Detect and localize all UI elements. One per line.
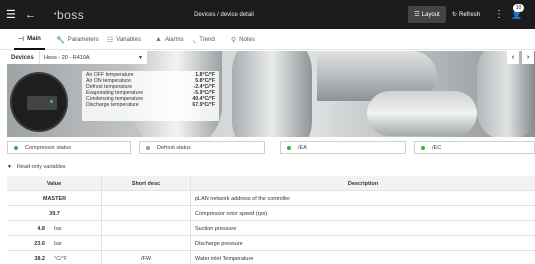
tab-parameters[interactable]: 🔧 Parameters bbox=[56, 29, 99, 50]
bell-icon: ▲ bbox=[155, 36, 162, 43]
table-header: Value Short desc Description bbox=[7, 176, 535, 191]
pin-icon: ⚲ bbox=[231, 36, 237, 44]
tab-trend[interactable]: ⌞ Trend bbox=[193, 29, 215, 50]
chart-icon: ⌞ bbox=[193, 36, 197, 44]
list-icon: ☷ bbox=[107, 36, 114, 44]
page-title: Devices / device detail bbox=[194, 11, 254, 18]
device-selector-bar: Devices Heos - 20 - R410A ▼ ‹ › bbox=[7, 51, 535, 64]
row-value: 23.6 bbox=[34, 240, 45, 247]
row-value: MASTER bbox=[42, 195, 67, 202]
column-header-value[interactable]: Value bbox=[7, 176, 102, 191]
refresh-button[interactable]: ↻ Refresh bbox=[452, 0, 480, 29]
previous-device-button[interactable]: ‹ bbox=[507, 51, 519, 64]
thermostat-icon: ⊣ bbox=[18, 35, 25, 43]
table-row[interactable]: 39.7 Compressor rotor speed (rps) bbox=[7, 206, 535, 221]
table-row[interactable]: MASTER pLAN network address of the contr… bbox=[7, 191, 535, 206]
app-logo[interactable]: • boss bbox=[54, 0, 84, 29]
tab-variables[interactable]: ☷ Variables bbox=[107, 29, 141, 50]
row-short-desc bbox=[102, 206, 191, 221]
row-value: 39.7 bbox=[49, 210, 60, 217]
row-unit: °C/°F bbox=[54, 255, 68, 262]
row-short-desc bbox=[102, 191, 191, 206]
table-row[interactable]: 4.8 bar Suction pressure bbox=[7, 221, 535, 236]
row-value: 4.8 bbox=[37, 225, 45, 232]
status-ea: /EA bbox=[280, 141, 406, 154]
readonly-variables-toggle[interactable]: ▼ Read-only variables bbox=[7, 161, 66, 173]
status-dot-icon bbox=[146, 145, 150, 150]
temperature-row: Discharge temperature 67.9°C/°F bbox=[86, 102, 215, 109]
row-description: pLAN network address of the controller bbox=[195, 195, 291, 202]
chevron-down-icon: ▼ bbox=[138, 54, 143, 61]
row-description: Water inlet Temperature bbox=[195, 255, 254, 262]
row-description: Suction pressure bbox=[195, 225, 237, 232]
table-row[interactable]: 38.2 °C/°F /FW Water inlet Temperature bbox=[7, 251, 535, 264]
row-description: Discharge pressure bbox=[195, 240, 243, 247]
row-unit: bar bbox=[54, 240, 62, 247]
status-dot-icon bbox=[14, 145, 18, 150]
device-select[interactable]: Heos - 20 - R410A ▼ bbox=[40, 51, 147, 64]
row-short-desc bbox=[102, 236, 191, 251]
row-unit: bar bbox=[54, 225, 62, 232]
wrench-icon: 🔧 bbox=[56, 36, 65, 44]
status-dot-icon bbox=[287, 145, 291, 150]
row-value: 38.2 bbox=[34, 255, 45, 262]
notification-badge: 10 bbox=[513, 4, 524, 12]
status-dot-icon bbox=[421, 145, 425, 150]
column-header-description[interactable]: Description bbox=[191, 176, 535, 191]
next-device-button[interactable]: › bbox=[522, 51, 534, 64]
layout-icon: ☲ bbox=[414, 12, 420, 18]
status-ec: /EC bbox=[414, 141, 535, 154]
tab-notes[interactable]: ⚲ Notes bbox=[231, 29, 255, 50]
refresh-icon: ↻ bbox=[452, 12, 458, 18]
top-bar: ☰ ← • boss Devices / device detail ☲ Layo… bbox=[0, 0, 535, 29]
table-row[interactable]: 23.6 bar Discharge pressure bbox=[7, 236, 535, 251]
tab-alarms[interactable]: ▲ Alarms bbox=[155, 29, 184, 50]
caret-down-icon: ▼ bbox=[7, 164, 12, 170]
status-compressor: Compressor status bbox=[7, 141, 131, 154]
column-header-short-desc[interactable]: Short desc bbox=[102, 176, 191, 191]
layout-button[interactable]: ☲ Layout bbox=[408, 6, 446, 23]
tab-bar: ⊣ Main 🔧 Parameters ☷ Variables ▲ Alarms… bbox=[0, 29, 535, 50]
row-description: Compressor rotor speed (rps) bbox=[195, 210, 268, 217]
row-short-desc bbox=[102, 221, 191, 236]
back-arrow-icon[interactable]: ← bbox=[25, 0, 36, 29]
tab-main[interactable]: ⊣ Main bbox=[14, 29, 45, 50]
variables-table: Value Short desc Description MASTER pLAN… bbox=[7, 176, 535, 264]
more-options-icon[interactable]: ⋮ bbox=[494, 0, 504, 29]
devices-label: Devices bbox=[7, 51, 40, 64]
device-image bbox=[10, 72, 68, 132]
row-short-desc: /FW bbox=[102, 251, 191, 264]
status-defrost: Defrost status bbox=[139, 141, 265, 154]
hamburger-menu-icon[interactable]: ☰ bbox=[6, 0, 16, 29]
temperature-panel: Air OFF temperature 1.8°C/°F Air ON tempe… bbox=[82, 71, 219, 121]
